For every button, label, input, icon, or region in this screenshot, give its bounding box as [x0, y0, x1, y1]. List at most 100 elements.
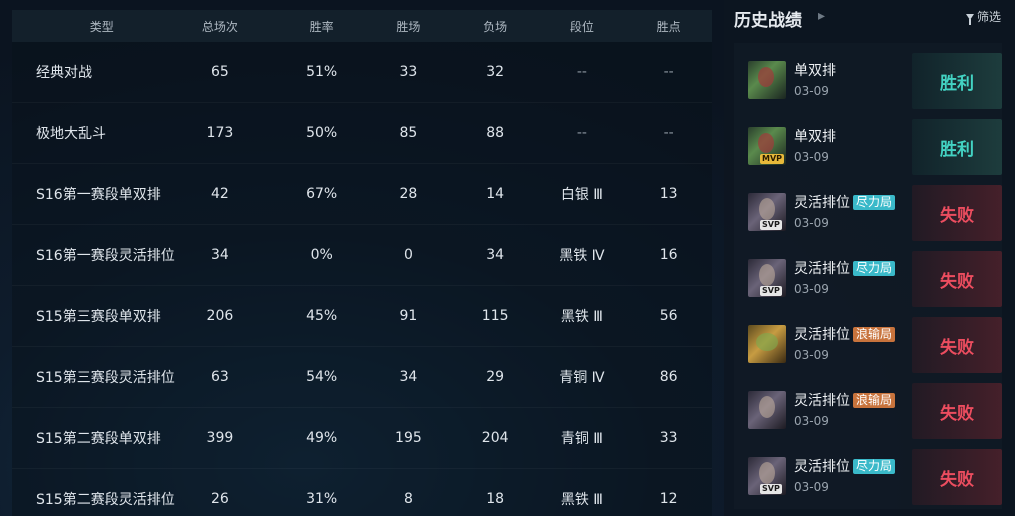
cell-losses: 204	[481, 430, 509, 446]
match-result: 胜利	[912, 119, 1002, 175]
cell-winrate: 0%	[310, 247, 333, 263]
cell-type: 极地大乱斗	[36, 126, 106, 142]
header-wins: 胜场	[396, 19, 421, 34]
cell-type: 经典对战	[36, 65, 92, 81]
cell-total: 399	[206, 430, 234, 446]
cell-type: S15第三赛段灵活排位	[36, 370, 175, 386]
cell-winrate: 54%	[306, 369, 338, 385]
cell-losses: 88	[486, 125, 505, 141]
cell-losses: 14	[486, 186, 505, 202]
cell-total: 26	[211, 491, 229, 507]
cell-lp: 13	[659, 186, 678, 202]
table-header: 类型 总场次 胜率 胜场 负场 段位 胜点	[12, 10, 712, 42]
match-mode: 灵活排位 浪输局	[794, 324, 896, 344]
match-list: 单双排 03-09 胜利 MVP 单双排 03-09 胜利 SVP 灵活排位 尽力…	[734, 43, 1002, 509]
cell-lp: --	[663, 64, 674, 80]
cell-wins: 195	[395, 430, 422, 446]
svp-badge: SVP	[760, 286, 782, 296]
match-mode: 灵活排位 尽力局	[794, 456, 896, 476]
chevron-right-icon[interactable]: ▸	[818, 8, 825, 24]
table-row: S16第一赛段灵活排位 34 0% 0 34 黑铁 Ⅳ 16	[12, 225, 712, 286]
match-result: 失败	[912, 251, 1002, 307]
match-mode: 灵活排位 尽力局	[794, 258, 896, 278]
cell-lp: 86	[659, 369, 678, 385]
match-date: 03-09	[794, 216, 829, 230]
match-mode: 灵活排位 尽力局	[794, 192, 896, 212]
table-row: 经典对战 65 51% 33 32 -- --	[12, 42, 712, 103]
match-item[interactable]: SVP 灵活排位 尽力局 03-09 失败	[744, 449, 1002, 505]
cell-wins: 85	[399, 125, 418, 141]
champion-portrait: SVP	[748, 193, 786, 231]
cell-type: S15第二赛段灵活排位	[36, 492, 175, 508]
match-result: 胜利	[912, 53, 1002, 109]
cell-losses: 29	[486, 369, 505, 385]
champion-portrait	[748, 391, 786, 429]
cell-type: S16第一赛段单双排	[36, 187, 161, 203]
cell-winrate: 45%	[306, 308, 338, 324]
cell-lp: 12	[659, 491, 678, 507]
match-result: 失败	[912, 383, 1002, 439]
season-stats-table: 类型 总场次 胜率 胜场 负场 段位 胜点 经典对战 65 51% 33 32 …	[12, 10, 712, 516]
match-item[interactable]: SVP 灵活排位 尽力局 03-09 失败	[744, 251, 1002, 307]
match-date: 03-09	[794, 84, 829, 98]
match-item[interactable]: SVP 灵活排位 尽力局 03-09 失败	[744, 185, 1002, 241]
match-item[interactable]: 单双排 03-09 胜利	[744, 53, 1002, 109]
champion-portrait: SVP	[748, 259, 786, 297]
filter-button[interactable]: 筛选	[965, 8, 1001, 25]
cell-winrate: 51%	[306, 64, 338, 80]
match-mode: 单双排	[794, 63, 836, 79]
cell-lp: 16	[659, 247, 678, 263]
match-item[interactable]: MVP 单双排 03-09 胜利	[744, 119, 1002, 175]
match-date: 03-09	[794, 414, 829, 428]
champion-portrait	[748, 61, 786, 99]
match-date: 03-09	[794, 480, 829, 494]
table-row: S15第二赛段单双排 399 49% 195 204 青铜 Ⅲ 33	[12, 408, 712, 469]
match-mode: 灵活排位 浪输局	[794, 390, 896, 410]
cell-wins: 0	[403, 247, 413, 263]
cell-wins: 8	[403, 491, 413, 507]
cell-total: 34	[211, 247, 229, 263]
cell-losses: 18	[486, 491, 505, 507]
match-result: 失败	[912, 449, 1002, 505]
cell-type: S15第三赛段单双排	[36, 309, 161, 325]
header-total: 总场次	[201, 19, 238, 34]
filter-label: 筛选	[976, 10, 1001, 24]
table-row: S15第三赛段灵活排位 63 54% 34 29 青铜 Ⅳ 86	[12, 347, 712, 408]
match-history-panel: 历史战绩 ▸ 筛选 单双排 03-09 胜利 MVP 单双排 03-09 胜利	[724, 0, 1015, 516]
header-losses: 负场	[483, 19, 508, 34]
cell-total: 42	[211, 186, 229, 202]
match-item[interactable]: 灵活排位 浪输局 03-09 失败	[744, 317, 1002, 373]
match-tag: 尽力局	[853, 195, 896, 210]
filter-icon	[965, 13, 974, 25]
cell-total: 65	[211, 64, 229, 80]
mvp-badge: MVP	[760, 154, 785, 164]
cell-winrate: 31%	[306, 491, 338, 507]
match-mode: 单双排	[794, 129, 836, 145]
cell-tier: 黑铁 Ⅲ	[560, 309, 603, 325]
cell-winrate: 50%	[306, 125, 338, 141]
table-row: S15第二赛段灵活排位 26 31% 8 18 黑铁 Ⅲ 12	[12, 469, 712, 516]
svp-badge: SVP	[760, 220, 782, 230]
champion-portrait: MVP	[748, 127, 786, 165]
cell-wins: 28	[399, 186, 418, 202]
cell-lp: 33	[659, 430, 678, 446]
cell-lp: --	[663, 125, 674, 141]
cell-tier: 青铜 Ⅳ	[559, 370, 605, 386]
cell-losses: 34	[486, 247, 505, 263]
match-item[interactable]: 灵活排位 浪输局 03-09 失败	[744, 383, 1002, 439]
history-title[interactable]: 历史战绩	[734, 6, 802, 31]
cell-total: 206	[206, 308, 234, 324]
match-tag: 尽力局	[853, 261, 896, 276]
history-header: 历史战绩 ▸ 筛选	[724, 0, 1015, 36]
cell-type: S15第二赛段单双排	[36, 431, 161, 447]
match-date: 03-09	[794, 282, 829, 296]
match-result: 失败	[912, 185, 1002, 241]
cell-winrate: 67%	[306, 186, 338, 202]
table-row: S16第一赛段单双排 42 67% 28 14 白银 Ⅲ 13	[12, 164, 712, 225]
champion-portrait: SVP	[748, 457, 786, 495]
cell-tier: 白银 Ⅲ	[560, 187, 603, 203]
header-type: 类型	[89, 19, 114, 34]
table-row: 极地大乱斗 173 50% 85 88 -- --	[12, 103, 712, 164]
match-tag: 浪输局	[853, 327, 896, 342]
match-tag: 尽力局	[853, 459, 896, 474]
